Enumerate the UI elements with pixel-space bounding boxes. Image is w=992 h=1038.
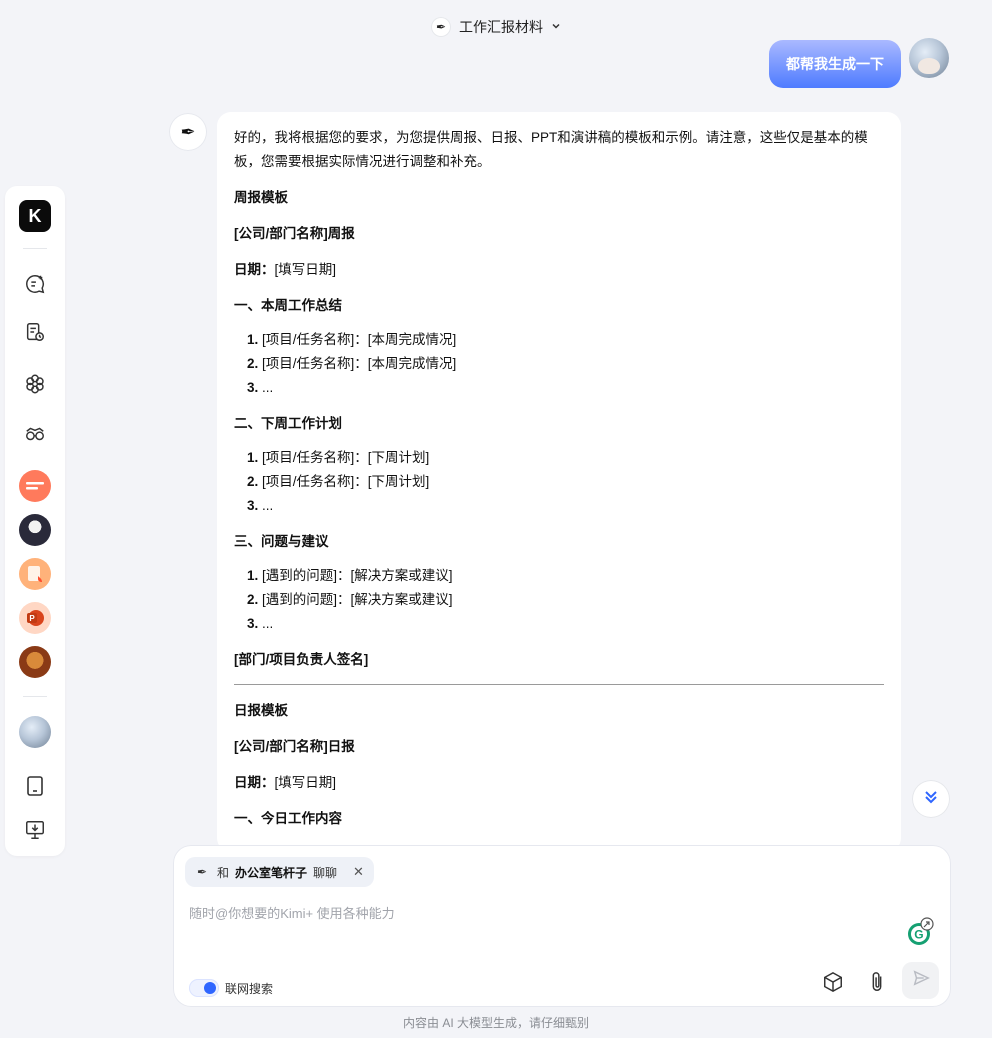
weekly-signature: [部门/项目负责人签名] bbox=[234, 652, 369, 667]
close-icon[interactable]: ✕ bbox=[353, 864, 364, 880]
list-item: ... bbox=[262, 612, 884, 636]
kimi-logo-mark: K bbox=[19, 200, 51, 232]
weekly-plan-list: [项目/任务名称]：[下周计划] [项目/任务名称]：[下周计划] ... bbox=[234, 446, 884, 518]
weekly-title: [公司/部门名称]周报 bbox=[234, 226, 355, 241]
portrait-bot-icon bbox=[19, 514, 51, 546]
weekly-date-line: 日期：[填写日期] bbox=[234, 258, 884, 282]
user-avatar[interactable] bbox=[909, 38, 949, 78]
weekly-issues-list: [遇到的问题]：[解决方案或建议] [遇到的问题]：[解决方案或建议] ... bbox=[234, 564, 884, 636]
list-item: [项目/任务名称]：[下周计划] bbox=[262, 470, 884, 494]
list-item: [项目/任务名称]：[下周计划] bbox=[262, 446, 884, 470]
assistant-chip[interactable]: ✒ 和 办公室笔杆子 聊聊 ✕ bbox=[185, 857, 374, 887]
conversation-title[interactable]: 工作汇报材料 bbox=[459, 17, 543, 37]
sidebar-divider bbox=[23, 696, 47, 697]
send-icon bbox=[912, 969, 930, 992]
weekly-heading: 周报模板 bbox=[234, 190, 288, 205]
weekly-date-label: 日期： bbox=[234, 262, 275, 277]
chip-name: 办公室笔杆子 bbox=[235, 865, 308, 880]
weekly-date-value: [填写日期] bbox=[274, 262, 337, 277]
sidebar-bot-portrait[interactable] bbox=[19, 514, 51, 546]
user-message-bubble: 都帮我生成一下 bbox=[769, 40, 901, 88]
grammarly-icon[interactable]: G bbox=[906, 917, 934, 947]
cube-icon[interactable] bbox=[818, 967, 848, 997]
assistant-message: 好的，我将根据您的要求，为您提供周报、日报、PPT和演讲稿的模板和示例。请注意，… bbox=[217, 112, 901, 852]
web-search-label: 联网搜索 bbox=[225, 982, 274, 996]
sidebar-bot-prompt[interactable] bbox=[19, 470, 51, 502]
daily-title: [公司/部门名称]日报 bbox=[234, 739, 355, 754]
chip-prefix: 和 bbox=[217, 865, 230, 880]
ai-disclaimer: 内容由 AI 大模型生成，请仔细甄别 bbox=[402, 1016, 589, 1030]
ppt-bot-icon: P bbox=[19, 602, 51, 634]
daily-heading: 日报模板 bbox=[234, 703, 288, 718]
phone-icon[interactable] bbox=[19, 770, 51, 802]
daily-date-label: 日期： bbox=[234, 775, 275, 790]
weekly-summary-list: [项目/任务名称]：[本周完成情况] [项目/任务名称]：[本周完成情况] ..… bbox=[234, 328, 884, 400]
list-item: ... bbox=[262, 494, 884, 518]
download-icon[interactable] bbox=[19, 814, 51, 846]
sidebar-user-avatar[interactable] bbox=[19, 716, 51, 748]
list-item: ... bbox=[262, 376, 884, 400]
history-icon[interactable] bbox=[19, 316, 51, 348]
new-chat-icon[interactable] bbox=[19, 268, 51, 300]
divider bbox=[234, 684, 884, 685]
chip-suffix: 聊聊 bbox=[313, 865, 338, 880]
sidebar-bot-writer[interactable] bbox=[19, 558, 51, 590]
assistant-intro: 好的，我将根据您的要求，为您提供周报、日报、PPT和演讲稿的模板和示例。请注意，… bbox=[234, 130, 868, 169]
weekly-section-summary: 一、本周工作总结 bbox=[234, 298, 342, 313]
pen-icon: ✒ bbox=[180, 121, 196, 142]
avatar bbox=[19, 716, 51, 748]
assistant-avatar: ✒ bbox=[169, 113, 207, 151]
send-button[interactable] bbox=[902, 962, 939, 999]
sidebar-divider bbox=[23, 248, 47, 249]
chevron-down-icon[interactable] bbox=[551, 21, 561, 34]
kimi-logo[interactable]: K bbox=[19, 200, 51, 232]
double-chevron-down-icon bbox=[922, 788, 940, 811]
list-item: [项目/任务名称]：[本周完成情况] bbox=[262, 352, 884, 376]
dog-bot-icon bbox=[19, 646, 51, 678]
weekly-section-issues: 三、问题与建议 bbox=[234, 534, 329, 549]
pen-icon: ✒ bbox=[431, 17, 451, 37]
scroll-to-bottom-button[interactable] bbox=[912, 780, 950, 818]
kimi-plus-icon[interactable] bbox=[19, 368, 51, 400]
daily-section-content: 一、今日工作内容 bbox=[234, 811, 342, 826]
pen-icon: ✒ bbox=[196, 865, 208, 879]
conversation-title-bar[interactable]: ✒ 工作汇报材料 bbox=[0, 14, 992, 40]
sidebar-bot-dog[interactable] bbox=[19, 646, 51, 678]
user-message-text: 都帮我生成一下 bbox=[786, 56, 884, 72]
weekly-section-plan: 二、下周工作计划 bbox=[234, 416, 342, 431]
daily-date-line: 日期：[填写日期] bbox=[234, 771, 884, 795]
attachment-icon[interactable] bbox=[862, 967, 892, 997]
list-item: [遇到的问题]：[解决方案或建议] bbox=[262, 588, 884, 612]
web-search-toggle[interactable] bbox=[189, 979, 219, 997]
svg-text:G: G bbox=[914, 928, 923, 942]
sidebar: K P bbox=[5, 186, 65, 856]
sidebar-bot-ppt[interactable]: P bbox=[19, 602, 51, 634]
prompt-bot-icon bbox=[19, 470, 51, 502]
chat-input-box[interactable]: ✒ 和 办公室笔杆子 聊聊 ✕ 随时@你想要的Kimi+ 使用各种能力 G 联网… bbox=[173, 845, 951, 1007]
chat-input[interactable]: 随时@你想要的Kimi+ 使用各种能力 bbox=[189, 903, 395, 922]
list-item: [项目/任务名称]：[本周完成情况] bbox=[262, 328, 884, 352]
explore-icon[interactable] bbox=[19, 418, 51, 450]
writer-bot-icon bbox=[19, 558, 51, 590]
svg-text:P: P bbox=[29, 614, 35, 623]
list-item: [遇到的问题]：[解决方案或建议] bbox=[262, 564, 884, 588]
daily-date-value: [填写日期] bbox=[274, 775, 337, 790]
